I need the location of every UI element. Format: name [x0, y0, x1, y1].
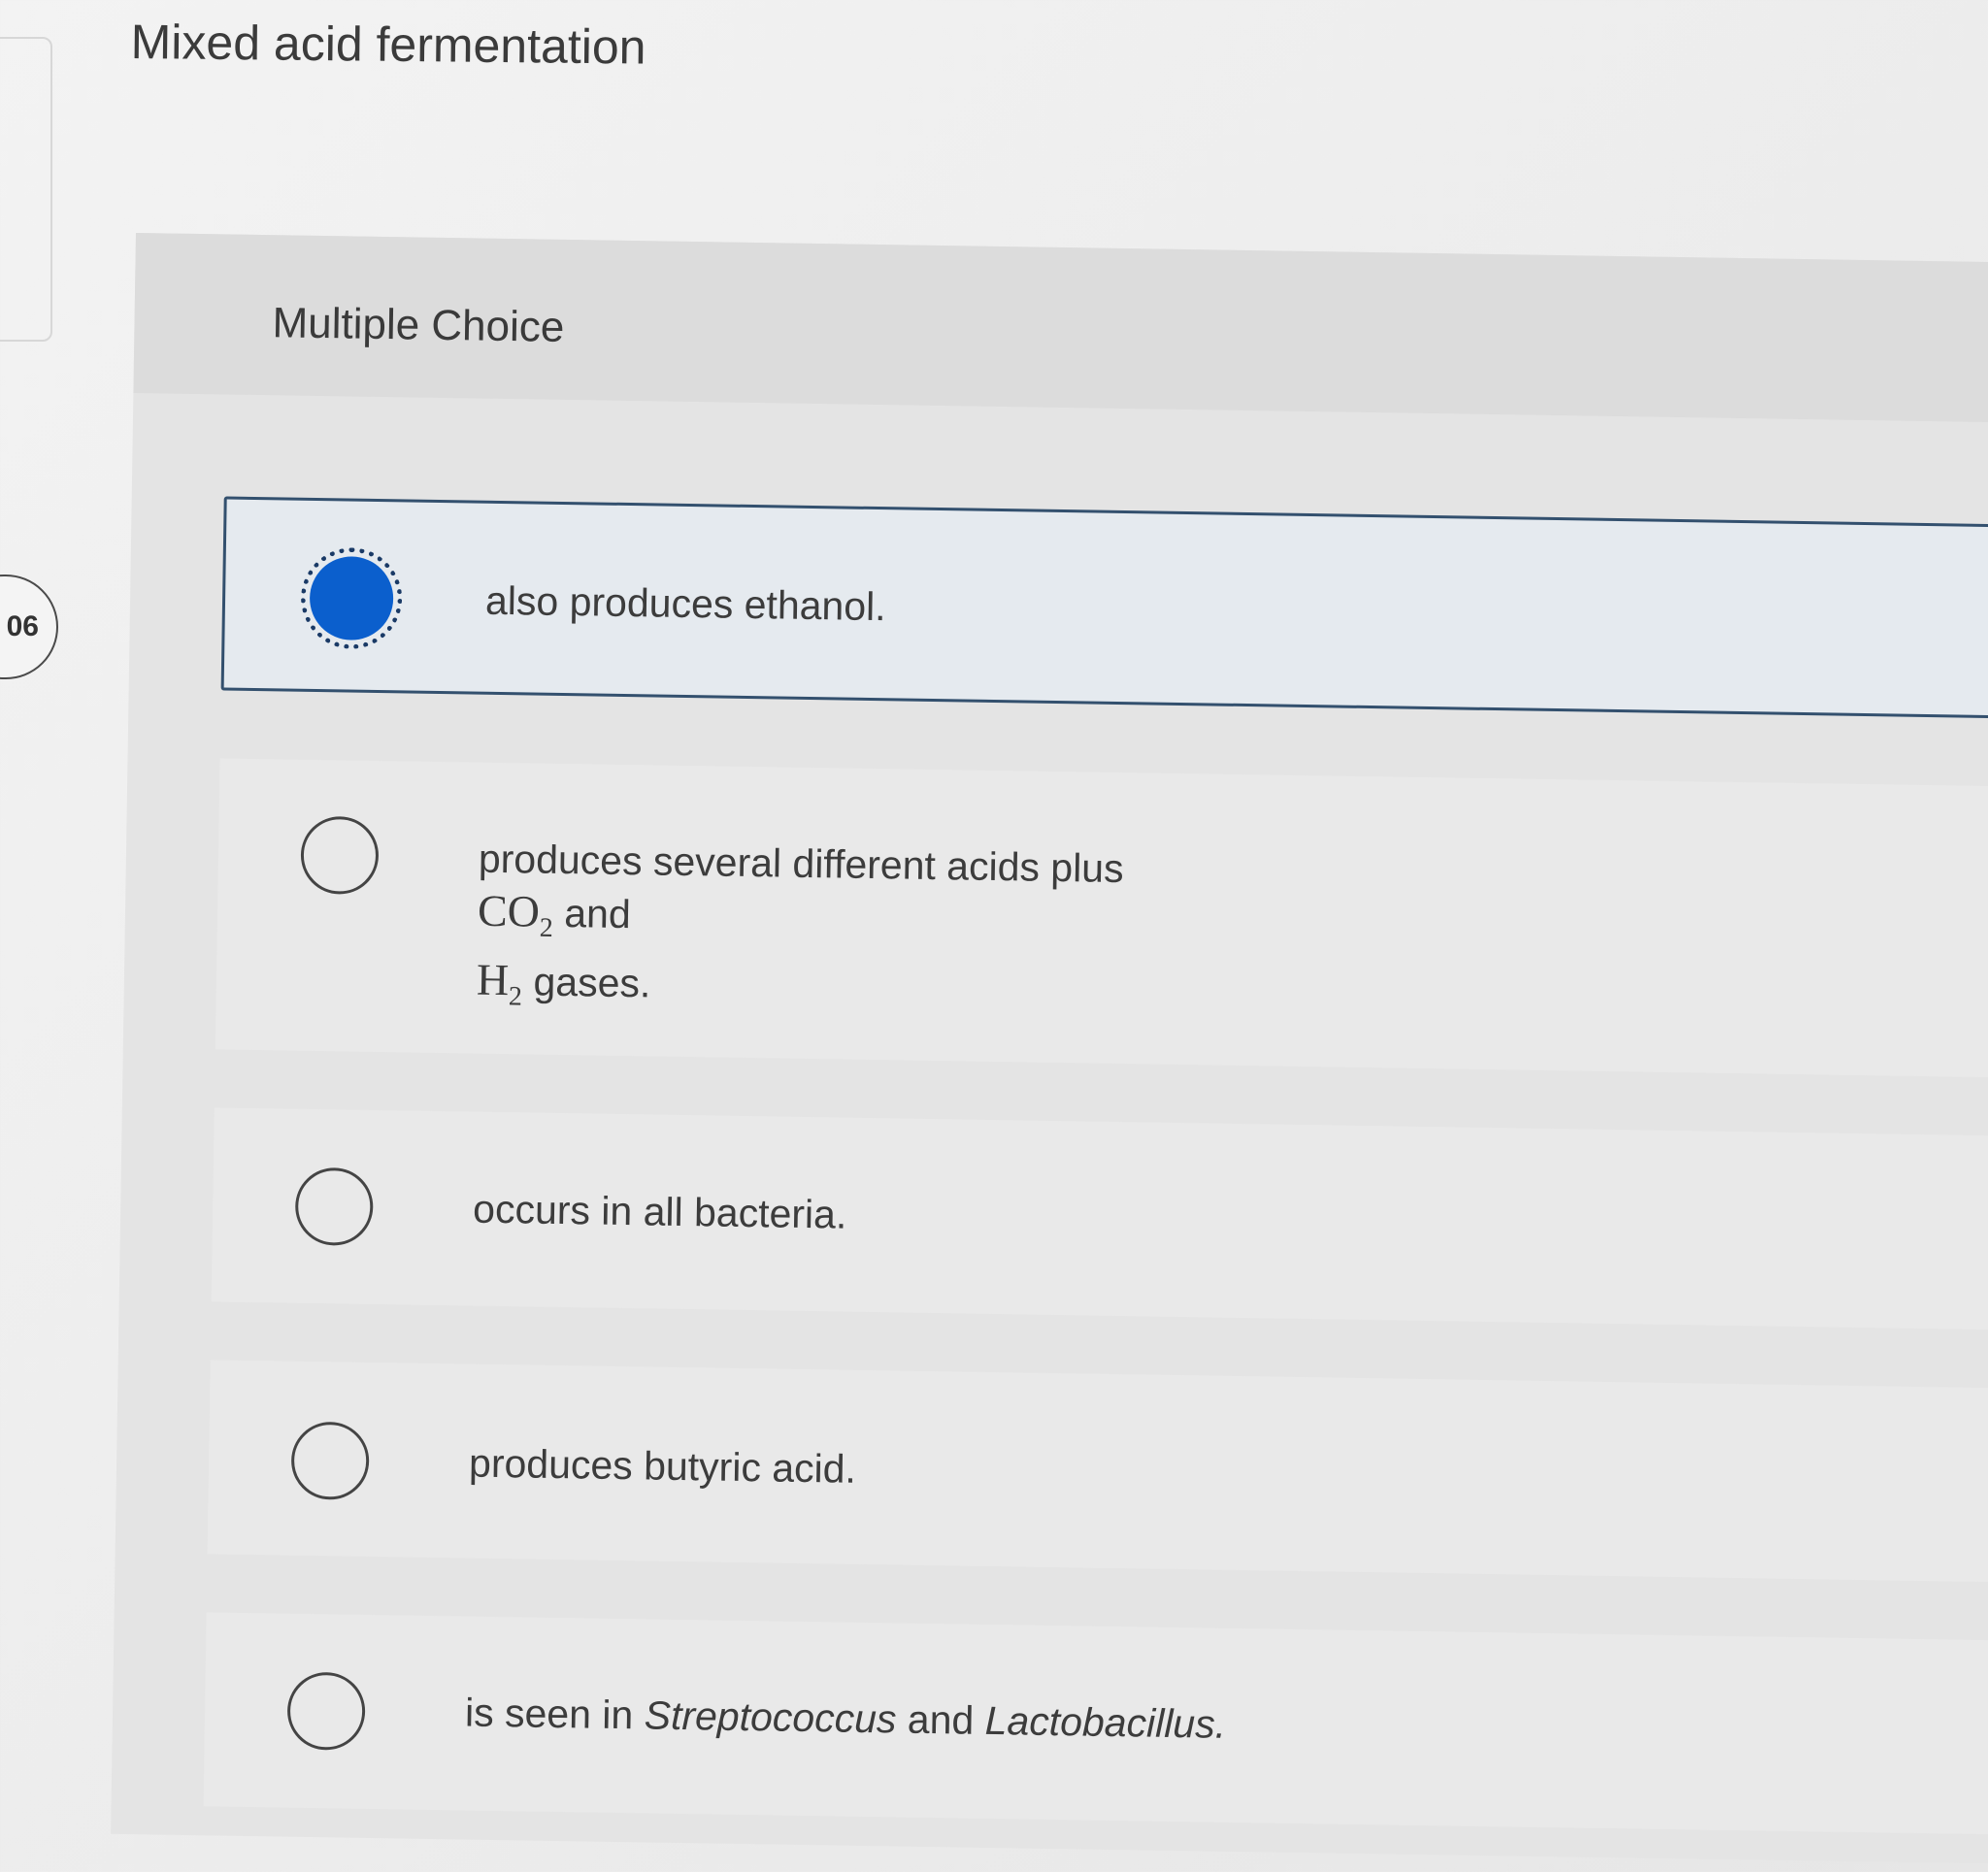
choice-d-text: produces butyric acid.	[468, 1440, 857, 1492]
choice-b[interactable]: produces several different acids plus CO…	[215, 758, 1988, 1079]
question-number-badge[interactable]: 06	[0, 575, 58, 679]
choice-c[interactable]: occurs in all bacteria.	[211, 1107, 1988, 1331]
left-edge-panel	[0, 37, 52, 342]
question-type-label: Multiple Choice	[272, 299, 565, 351]
choice-b-gases: gases.	[533, 959, 651, 1006]
genus-lactobacillus: Lactobacillus.	[984, 1697, 1227, 1747]
choice-c-text: occurs in all bacteria.	[472, 1186, 847, 1237]
h2-formula: H2	[476, 954, 523, 1012]
choice-d[interactable]: produces butyric acid.	[207, 1360, 1988, 1584]
panel-header: Multiple Choice	[133, 233, 1988, 423]
choice-e-and: and	[907, 1696, 975, 1743]
choice-a-text: also produces ethanol.	[484, 577, 886, 630]
choice-e-text: is seen in Streptococcus and Lactobacill…	[465, 1687, 1227, 1751]
choice-b-and: and	[563, 891, 632, 937]
genus-streptococcus: Streptococcus	[644, 1692, 897, 1742]
choice-b-line2: CO2 and	[477, 885, 1123, 965]
radio-empty-icon[interactable]	[294, 1166, 374, 1246]
choice-e-prefix: is seen in	[464, 1690, 634, 1738]
choice-b-line3: H2 gases.	[476, 954, 1122, 1034]
choice-b-text: produces several different acids plus CO…	[476, 833, 1124, 1034]
co2-formula: CO2	[477, 885, 553, 944]
choice-a[interactable]: also produces ethanol.	[220, 496, 1988, 720]
radio-empty-icon[interactable]	[300, 815, 380, 896]
radio-selected-icon[interactable]	[300, 546, 403, 650]
choice-e[interactable]: is seen in Streptococcus and Lactobacill…	[203, 1612, 1988, 1836]
radio-empty-icon[interactable]	[286, 1671, 366, 1751]
question-panel: Multiple Choice also produces ethanol. p…	[111, 233, 1988, 1864]
radio-empty-icon[interactable]	[290, 1421, 370, 1500]
question-title: Mixed acid fermentation	[130, 14, 646, 75]
question-number: 06	[6, 610, 39, 642]
